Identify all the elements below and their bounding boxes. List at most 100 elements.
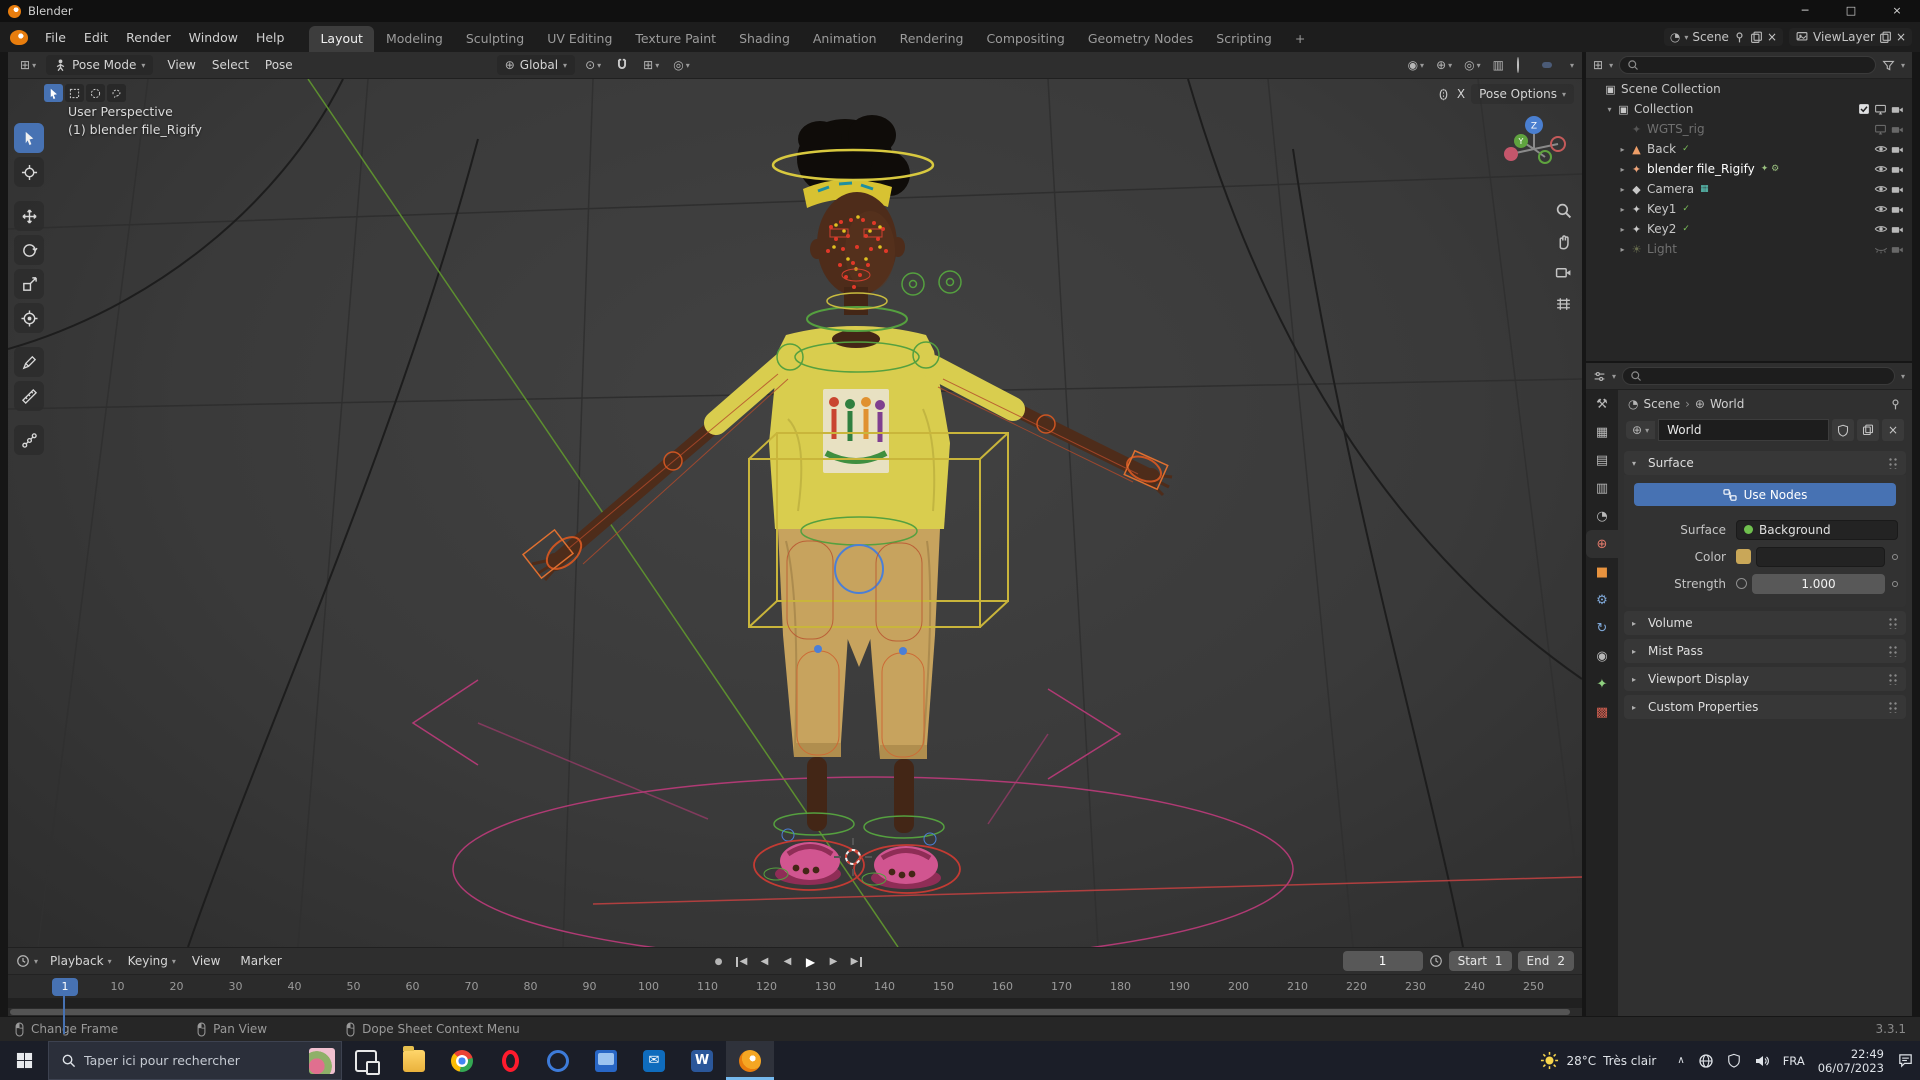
object-name[interactable]: WGTS_rig — [1647, 122, 1705, 136]
collapsed-panel-header[interactable]: ▸ Volume — [1624, 611, 1906, 635]
tab-object[interactable]: ■ — [1586, 558, 1618, 586]
snap-settings-dropdown[interactable]: ⊞ ▾ — [639, 57, 663, 73]
tab-modifiers[interactable]: ⚙ — [1586, 586, 1618, 614]
pin-icon[interactable] — [1733, 31, 1746, 44]
jump-to-end-button[interactable]: ▶ — [846, 952, 867, 972]
current-frame-field[interactable]: 1 — [1343, 951, 1423, 971]
disable-in-renders-icon[interactable] — [1889, 143, 1906, 156]
chrome-button[interactable] — [438, 1041, 486, 1080]
move-tool[interactable] — [14, 201, 44, 231]
filter-icon[interactable] — [1882, 59, 1895, 72]
select-box-tool[interactable] — [14, 123, 44, 153]
object-name[interactable]: Scene Collection — [1621, 82, 1721, 96]
display-app-button[interactable] — [582, 1041, 630, 1080]
snap-toggle[interactable] — [611, 56, 633, 74]
select-lasso-button[interactable] — [107, 84, 126, 102]
play-button[interactable]: ▶ — [800, 952, 821, 972]
scrollbar-thumb[interactable] — [10, 1009, 1570, 1015]
hide-in-viewport-icon[interactable] — [1872, 222, 1889, 236]
shading-material-button[interactable] — [1542, 62, 1552, 68]
object-name[interactable]: blender file_Rigify — [1647, 162, 1755, 176]
use-preview-range-icon[interactable] — [1429, 954, 1443, 968]
menu-item[interactable]: Help — [247, 26, 294, 49]
chevron-down-icon[interactable]: ▾ — [34, 957, 38, 966]
taskbar-search[interactable] — [48, 1041, 342, 1080]
tab-view-layer[interactable]: ▥ — [1586, 474, 1618, 502]
record-button[interactable]: ● — [708, 952, 729, 972]
file-explorer-button[interactable] — [390, 1041, 438, 1080]
delete-scene-icon[interactable]: × — [1767, 30, 1777, 44]
object-name[interactable]: Collection — [1634, 102, 1693, 116]
outliner-search-input[interactable] — [1619, 56, 1876, 74]
outliner-row[interactable]: ▸ ▲ Back ✓ — [1586, 139, 1912, 159]
close-button[interactable]: × — [1874, 0, 1920, 22]
timeline-editor-icon[interactable] — [16, 954, 30, 968]
editor-type-button[interactable]: ⊞ ▾ — [16, 57, 40, 73]
drag-handle-icon[interactable] — [1888, 617, 1898, 629]
timeline-scrollbar[interactable] — [8, 1008, 1582, 1016]
frame-end-field[interactable]: End 2 — [1518, 951, 1574, 971]
workspace-tab[interactable]: UV Editing — [536, 26, 623, 52]
expand-arrow-icon[interactable]: ▸ — [1616, 165, 1629, 174]
select-box-button[interactable] — [65, 84, 84, 102]
timeline-menu[interactable]: View — [184, 951, 232, 971]
viewport-menu[interactable]: Select — [204, 55, 257, 75]
object-name[interactable]: Camera — [1647, 182, 1694, 196]
gizmo-z-axis[interactable]: Z — [1531, 122, 1537, 132]
gizmos-dropdown[interactable]: ⊕ ▾ — [1432, 57, 1456, 73]
workspace-tab[interactable]: Animation — [802, 26, 888, 52]
transform-orientation-dropdown[interactable]: ⊕ Global ▾ — [497, 55, 575, 75]
properties-search-input[interactable] — [1622, 367, 1895, 385]
properties-editor-icon[interactable] — [1593, 370, 1606, 383]
start-button[interactable] — [0, 1041, 48, 1080]
notification-center-icon[interactable] — [1897, 1052, 1914, 1069]
workspace-tab[interactable]: + — [1284, 26, 1316, 52]
expand-arrow-icon[interactable]: ▸ — [1616, 205, 1629, 214]
hide-in-viewport-icon[interactable] — [1872, 142, 1889, 156]
expand-arrow-icon[interactable]: ▸ — [1616, 185, 1629, 194]
viewport-menu[interactable]: View — [159, 55, 203, 75]
rotate-tool[interactable] — [14, 235, 44, 265]
jump-to-start-button[interactable]: ◀ — [731, 952, 752, 972]
use-nodes-button[interactable]: Use Nodes — [1634, 483, 1896, 506]
outliner-editor-icon[interactable]: ⊞ — [1593, 59, 1603, 71]
blue-ring-app-button[interactable] — [534, 1041, 582, 1080]
disable-in-renders-icon[interactable] — [1889, 123, 1906, 136]
disable-in-renders-icon[interactable] — [1889, 183, 1906, 196]
shading-solid-button[interactable] — [1528, 62, 1538, 68]
navigation-gizmo[interactable]: Z Y — [1494, 109, 1574, 189]
outliner-row[interactable]: ▸ ◆ Camera ▦ — [1586, 179, 1912, 199]
proportional-editing-dropdown[interactable]: ◎ ▾ — [669, 57, 694, 73]
maximize-button[interactable]: □ — [1828, 0, 1874, 22]
tab-texture[interactable]: ▩ — [1586, 698, 1618, 726]
timeline-menu[interactable]: Marker — [232, 951, 293, 971]
transform-tool[interactable] — [14, 303, 44, 333]
clock-widget[interactable]: 22:49 06/07/2023 — [1818, 1047, 1884, 1075]
blender-menu-icon[interactable] — [10, 30, 28, 45]
select-circle-button[interactable] — [86, 84, 105, 102]
viewport-3d[interactable]: User Perspective (1) blender file_Rigify… — [8, 79, 1582, 947]
xray-toggle[interactable]: ▥ — [1489, 57, 1508, 73]
annotate-tool[interactable] — [14, 347, 44, 377]
outliner-row[interactable]: ▸ ☀ Light — [1586, 239, 1912, 259]
outliner-row[interactable]: ✦ WGTS_rig — [1586, 119, 1912, 139]
timeline-menu[interactable]: Keying ▾ — [120, 951, 184, 971]
breadcrumb-target[interactable]: World — [1710, 397, 1744, 411]
disable-in-renders-icon[interactable] — [1889, 223, 1906, 236]
play-reverse-button[interactable]: ◀ — [777, 952, 798, 972]
tab-render[interactable]: ▦ — [1586, 418, 1618, 446]
viewlayer-selector[interactable]: ViewLayer × — [1789, 28, 1912, 46]
network-icon[interactable] — [1698, 1053, 1714, 1069]
expand-arrow-icon[interactable]: ▾ — [1603, 105, 1616, 114]
mirror-x-label[interactable]: X — [1457, 87, 1465, 101]
pose-options-dropdown[interactable]: Pose Options ▾ — [1471, 84, 1574, 104]
expand-arrow-icon[interactable]: ▸ — [1616, 145, 1629, 154]
outliner-row[interactable]: ▸ ✦ Key1 ✓ — [1586, 199, 1912, 219]
closed-eye-icon[interactable] — [1872, 242, 1889, 256]
playhead-line[interactable] — [63, 996, 65, 1034]
overlays-dropdown[interactable]: ◎ ▾ — [1460, 57, 1485, 73]
tab-physics[interactable]: ↻ — [1586, 614, 1618, 642]
menu-item[interactable]: Render — [117, 26, 180, 49]
pan-hand-icon[interactable] — [1552, 230, 1574, 252]
breadcrumb-scene[interactable]: Scene — [1643, 397, 1680, 411]
